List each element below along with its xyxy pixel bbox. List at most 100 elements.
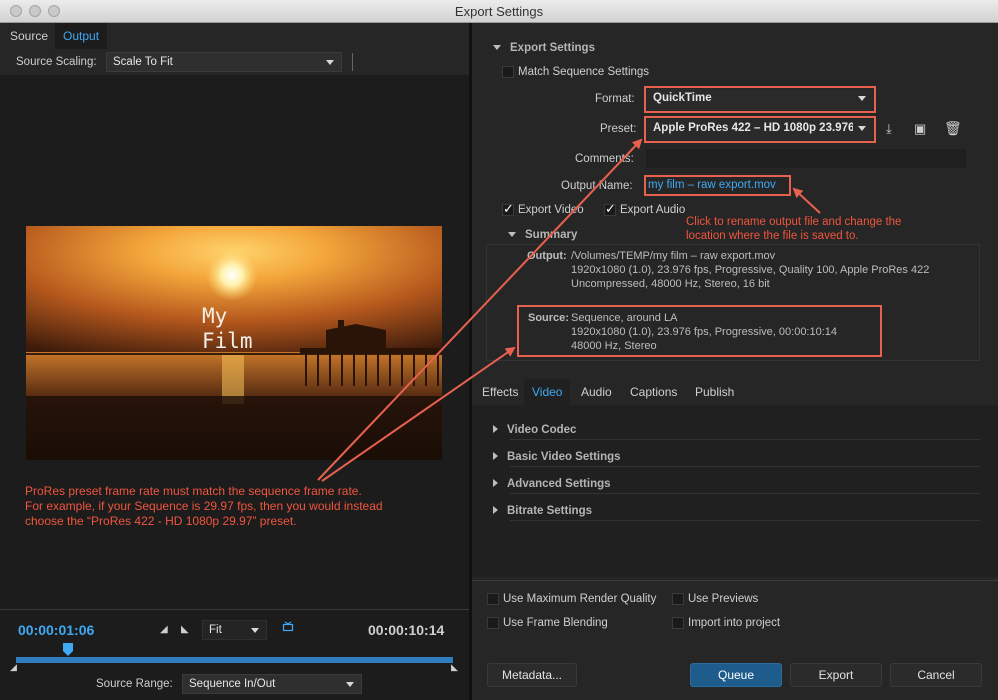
queue-button[interactable]: Queue bbox=[690, 663, 782, 687]
preview-title-line1: My bbox=[202, 304, 228, 328]
import-preset-icon[interactable]: ▣ bbox=[914, 121, 926, 137]
tab-output[interactable]: Output bbox=[55, 23, 108, 49]
bitrate-settings-section[interactable]: Bitrate Settings bbox=[493, 505, 592, 517]
section-title: Bitrate Settings bbox=[507, 505, 592, 517]
export-video-checkbox[interactable] bbox=[502, 201, 514, 217]
preview-pane: Source Output Source Scaling: Scale To F… bbox=[0, 23, 469, 700]
divider bbox=[472, 580, 998, 581]
aspect-ratio-icon[interactable] bbox=[282, 621, 294, 633]
timeline-track[interactable] bbox=[16, 657, 453, 663]
zoom-dropdown[interactable]: Fit bbox=[202, 620, 267, 640]
tab-audio[interactable]: Audio bbox=[573, 379, 620, 405]
section-title: Advanced Settings bbox=[507, 478, 611, 490]
comments-input[interactable] bbox=[646, 149, 966, 168]
chevron-down-icon bbox=[326, 60, 334, 65]
preset-label: Preset: bbox=[600, 123, 637, 135]
comments-label: Comments: bbox=[575, 153, 634, 165]
export-settings-title: Export Settings bbox=[510, 42, 595, 54]
window-title: Export Settings bbox=[454, 4, 544, 19]
end-timecode: 00:00:10:14 bbox=[368, 622, 445, 638]
export-video-label: Export Video bbox=[518, 204, 584, 216]
frame-rate-annotation: ProRes preset frame rate must match the … bbox=[25, 484, 465, 529]
import-into-project-checkbox[interactable] bbox=[672, 617, 684, 629]
export-button[interactable]: Export bbox=[790, 663, 882, 687]
in-point-marker-icon[interactable]: ◢ bbox=[10, 662, 17, 673]
tab-source[interactable]: Source bbox=[2, 23, 56, 49]
video-preview: My Film bbox=[26, 226, 442, 460]
use-previews-checkbox[interactable] bbox=[672, 593, 684, 605]
divider bbox=[510, 466, 980, 467]
tab-video[interactable]: Video bbox=[524, 379, 571, 405]
export-settings-header[interactable]: Export Settings bbox=[493, 42, 595, 54]
annotation-line: location where the file is saved to. bbox=[686, 230, 859, 242]
preview-title-line2: Film bbox=[202, 329, 253, 353]
zoom-value: Fit bbox=[209, 624, 222, 636]
summary-output-label: Output: bbox=[527, 250, 567, 262]
frame-blending-label: Use Frame Blending bbox=[503, 617, 608, 629]
disclosure-triangle-icon bbox=[493, 479, 498, 487]
source-scaling-label: Source Scaling: bbox=[16, 56, 97, 68]
annotation-line: choose the “ProRes 422 - HD 1080p 29.97”… bbox=[25, 514, 297, 528]
output-name-highlight-box bbox=[644, 175, 791, 196]
out-point-marker-icon[interactable]: ◣ bbox=[451, 662, 458, 673]
annotation-line: For example, if your Sequence is 29.97 f… bbox=[25, 499, 383, 513]
tab-effects[interactable]: Effects bbox=[474, 379, 526, 405]
summary-output-line: 1920x1080 (1.0), 23.976 fps, Progressive… bbox=[571, 264, 930, 276]
divider bbox=[0, 609, 469, 610]
divider bbox=[510, 520, 980, 521]
save-preset-icon[interactable]: ⤓ bbox=[886, 121, 892, 137]
use-previews-label: Use Previews bbox=[688, 593, 759, 605]
export-audio-checkbox[interactable] bbox=[604, 201, 616, 217]
preview-title-overlay: My Film bbox=[202, 304, 253, 354]
section-title: Basic Video Settings bbox=[507, 451, 621, 463]
section-title: Video Codec bbox=[507, 424, 577, 436]
source-scaling-dropdown[interactable]: Scale To Fit bbox=[106, 52, 342, 72]
disclosure-triangle-icon bbox=[508, 232, 516, 238]
playhead-handle[interactable] bbox=[63, 643, 74, 657]
source-range-label: Source Range: bbox=[96, 678, 173, 690]
scaling-bar: Source Scaling: Scale To Fit bbox=[0, 49, 469, 75]
summary-header[interactable]: Summary bbox=[508, 229, 577, 241]
summary-title: Summary bbox=[525, 229, 578, 241]
summary-output-block: /Volumes/TEMP/my film – raw export.mov 1… bbox=[571, 249, 929, 291]
frame-blending-checkbox[interactable] bbox=[487, 617, 499, 629]
source-range-value: Sequence In/Out bbox=[189, 678, 276, 690]
tab-publish[interactable]: Publish bbox=[687, 379, 742, 405]
current-timecode[interactable]: 00:00:01:06 bbox=[18, 622, 94, 638]
match-sequence-checkbox[interactable] bbox=[502, 66, 514, 78]
title-bar: Export Settings bbox=[0, 0, 998, 23]
output-name-annotation: Click to rename output file and change t… bbox=[686, 215, 901, 243]
export-audio-label: Export Audio bbox=[620, 204, 686, 216]
metadata-button[interactable]: Metadata... bbox=[487, 663, 577, 687]
preset-highlight-box bbox=[644, 116, 876, 143]
preview-tab-bar: Source Output bbox=[0, 23, 469, 49]
set-in-point-icon[interactable]: ◢ bbox=[160, 624, 168, 635]
set-out-point-icon[interactable]: ◣ bbox=[181, 624, 189, 635]
cancel-button[interactable]: Cancel bbox=[890, 663, 982, 687]
chevron-down-icon bbox=[346, 682, 354, 687]
summary-output-line: Uncompressed, 48000 Hz, Stereo, 16 bit bbox=[571, 278, 770, 290]
format-label: Format: bbox=[595, 93, 635, 105]
summary-output-line: /Volumes/TEMP/my film – raw export.mov bbox=[571, 250, 776, 262]
annotation-line: ProRes preset frame rate must match the … bbox=[25, 484, 362, 498]
divider bbox=[352, 53, 353, 71]
match-sequence-label: Match Sequence Settings bbox=[518, 66, 650, 78]
max-render-quality-checkbox[interactable] bbox=[487, 593, 499, 605]
annotation-line: Click to rename output file and change t… bbox=[686, 216, 902, 228]
trash-icon[interactable]: 🗑 bbox=[944, 120, 962, 137]
format-highlight-box bbox=[644, 86, 876, 113]
source-highlight-box bbox=[517, 305, 882, 357]
chevron-down-icon bbox=[251, 628, 259, 633]
divider bbox=[510, 439, 980, 440]
disclosure-triangle-icon bbox=[493, 452, 498, 460]
disclosure-triangle-icon bbox=[493, 506, 498, 514]
import-into-project-label: Import into project bbox=[688, 617, 781, 629]
source-range-dropdown[interactable]: Sequence In/Out bbox=[182, 674, 362, 694]
source-scaling-value: Scale To Fit bbox=[113, 56, 173, 68]
advanced-settings-section[interactable]: Advanced Settings bbox=[493, 478, 611, 490]
tab-captions[interactable]: Captions bbox=[622, 379, 685, 405]
basic-video-settings-section[interactable]: Basic Video Settings bbox=[493, 451, 621, 463]
output-name-label: Output Name: bbox=[561, 180, 633, 192]
divider bbox=[510, 493, 980, 494]
video-codec-section[interactable]: Video Codec bbox=[493, 424, 576, 436]
